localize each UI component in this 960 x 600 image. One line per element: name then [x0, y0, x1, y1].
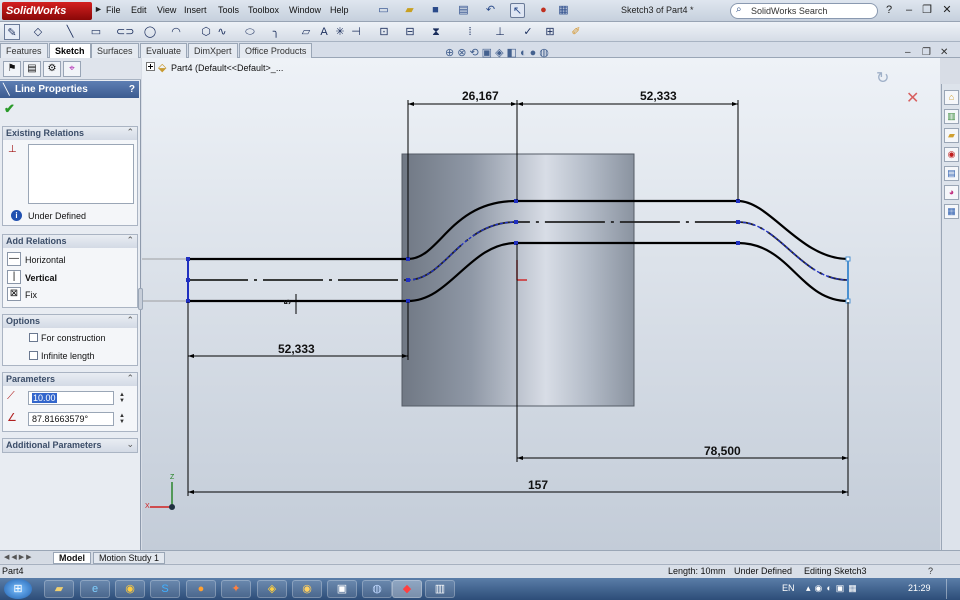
featuremanager-tab-icon[interactable]: ⚑	[3, 61, 21, 77]
clock[interactable]: 21:29	[908, 583, 931, 593]
property-manager-panel: ⚑ ▤ ⚙ ⌖ Line Properties ? ╲ ✔ Existing R…	[0, 58, 143, 550]
dimension-78500[interactable]: 78,500	[704, 444, 741, 458]
length-input[interactable]: 10.00	[28, 391, 114, 405]
vertical-relation-icon[interactable]: |	[7, 270, 21, 284]
dimension-26167[interactable]: 26,167	[462, 89, 499, 103]
parameters-title[interactable]: Parameters	[3, 373, 137, 386]
fix-relation[interactable]: Fix	[25, 290, 37, 300]
tab-scroll-arrows-icon[interactable]: ◀◀▶▶	[4, 553, 34, 561]
tab-motion-study-1[interactable]: Motion Study 1	[93, 552, 166, 564]
solidworks-taskbar-icon[interactable]: ◆	[392, 580, 422, 598]
parameters-group: Parameters ⌃ ⟋ 10.00 ▲ ▼ ∠ 87.81663579° ▲…	[2, 372, 138, 432]
winamp-taskbar-icon[interactable]: ◈	[257, 580, 287, 598]
search-results-icon[interactable]: ◉	[944, 147, 959, 162]
tray-icons[interactable]: ▴◉◐▣▦	[806, 583, 861, 594]
task-pane: ⌂ ▥ ▰ ◉ ▤ ◕ ▦	[941, 84, 960, 550]
existing-relations-title[interactable]: Existing Relations	[3, 127, 137, 140]
dimension-5[interactable]: 5	[283, 299, 293, 304]
skype-taskbar-icon[interactable]: S	[150, 580, 180, 598]
file-explorer-icon[interactable]: ▰	[944, 128, 959, 143]
fix-relation-icon[interactable]: ⊠	[7, 287, 21, 301]
status-defined: Under Defined	[734, 566, 793, 576]
infinite-length-checkbox[interactable]	[29, 351, 38, 360]
manager-tabs: ⚑ ▤ ⚙ ⌖	[0, 58, 141, 80]
pm-help-icon[interactable]: ?	[129, 81, 135, 98]
triad-origin	[169, 504, 175, 510]
add-relations-title[interactable]: Add Relations	[3, 235, 137, 248]
ok-check-icon[interactable]: ✔	[4, 101, 15, 117]
line-tool-icon: ╲	[3, 84, 10, 96]
design-library-icon[interactable]: ▥	[944, 109, 959, 124]
length-value: 10.00	[32, 393, 57, 403]
horizontal-relation[interactable]: Horizontal	[25, 255, 66, 265]
language-indicator[interactable]: EN	[782, 583, 795, 593]
dimension-52333-top[interactable]: 52,333	[640, 89, 677, 103]
appearances-icon[interactable]: ◕	[944, 185, 959, 200]
dimension-52333-left[interactable]: 52,333	[278, 342, 315, 356]
panel-splitter-handle[interactable]	[138, 288, 143, 310]
length-spin-icon[interactable]: ▲ ▼	[119, 392, 125, 404]
under-defined-status: Under Defined	[28, 211, 87, 221]
options-group: Options ⌃ For construction Infinite leng…	[2, 314, 138, 366]
status-editing: Editing Sketch3	[804, 566, 867, 576]
infinite-length-label: Infinite length	[41, 351, 95, 361]
additional-parameters-title[interactable]: Additional Parameters	[3, 439, 137, 452]
dimension-157[interactable]: 157	[528, 478, 548, 492]
pm-title: Line Properties ?	[0, 81, 139, 98]
collapse-icon[interactable]: ⌃	[126, 315, 134, 326]
tab-model[interactable]: Model	[53, 552, 91, 564]
start-button[interactable]: ⊞	[4, 579, 32, 599]
custom-properties-icon[interactable]: ▦	[944, 204, 959, 219]
angle-icon: ∠	[7, 412, 17, 424]
selected-endpoint[interactable]	[845, 256, 851, 262]
info-icon: i	[11, 210, 22, 221]
options-title[interactable]: Options	[3, 315, 137, 328]
additional-parameters-group: Additional Parameters ⌄	[2, 438, 138, 453]
ie-taskbar-icon[interactable]: e	[80, 580, 110, 598]
network-taskbar-icon[interactable]: ◍	[362, 580, 392, 598]
pm-title-text: Line Properties	[15, 84, 88, 95]
angle-input[interactable]: 87.81663579°	[28, 412, 114, 426]
window-taskbar-icon[interactable]: ▣	[327, 580, 357, 598]
app-taskbar-icon[interactable]: ✦	[221, 580, 251, 598]
for-construction-label: For construction	[41, 333, 106, 343]
length-icon: ⟋	[7, 390, 15, 402]
relations-icon: ⊥	[8, 144, 17, 155]
triad-z-label: Z	[170, 474, 175, 481]
chrome-taskbar-icon[interactable]: ◉	[115, 580, 145, 598]
horizontal-relation-icon[interactable]: —	[7, 252, 21, 266]
status-help-icon[interactable]: ?	[928, 565, 933, 578]
explorer-taskbar-icon[interactable]: ▰	[44, 580, 74, 598]
media-taskbar-icon[interactable]: ◉	[292, 580, 322, 598]
dimxpert-tab-icon[interactable]: ⌖	[63, 61, 81, 77]
for-construction-checkbox[interactable]	[29, 333, 38, 342]
vertical-relation[interactable]: Vertical	[25, 273, 57, 283]
status-length: Length: 10mm	[668, 566, 726, 576]
existing-relations-group: Existing Relations ⌃ ⊥ i Under Defined	[2, 126, 138, 226]
status-part-name: Part4	[2, 566, 24, 576]
relations-list[interactable]	[28, 144, 134, 204]
status-bar: Part4 Length: 10mm Under Defined Editing…	[0, 564, 960, 578]
collapse-icon[interactable]: ⌃	[126, 373, 134, 384]
configurationmanager-tab-icon[interactable]: ⚙	[43, 61, 61, 77]
propertymanager-tab-icon[interactable]: ▤	[23, 61, 41, 77]
angle-spin-icon[interactable]: ▲ ▼	[119, 413, 125, 425]
add-relations-group: Add Relations ⌃ — Horizontal | Vertical …	[2, 234, 138, 308]
explorer2-taskbar-icon[interactable]: ▥	[425, 580, 455, 598]
view-palette-icon[interactable]: ▤	[944, 166, 959, 181]
expand-icon[interactable]: ⌄	[126, 439, 134, 450]
triad-x-label: X	[145, 503, 150, 510]
solidworks-resources-icon[interactable]: ⌂	[944, 90, 959, 105]
collapse-icon[interactable]: ⌃	[126, 235, 134, 246]
collapse-icon[interactable]: ⌃	[126, 127, 134, 138]
firefox-taskbar-icon[interactable]: ●	[186, 580, 216, 598]
bottom-tabs: ◀◀▶▶ Model Motion Study 1	[0, 550, 960, 564]
windows-taskbar: ⊞ ▰ e ◉ S ● ✦ ◈ ◉ ▣ ◍ ◆ ▥ EN ▴◉◐▣▦ 21:29	[0, 578, 960, 600]
show-desktop-button[interactable]	[946, 579, 958, 599]
